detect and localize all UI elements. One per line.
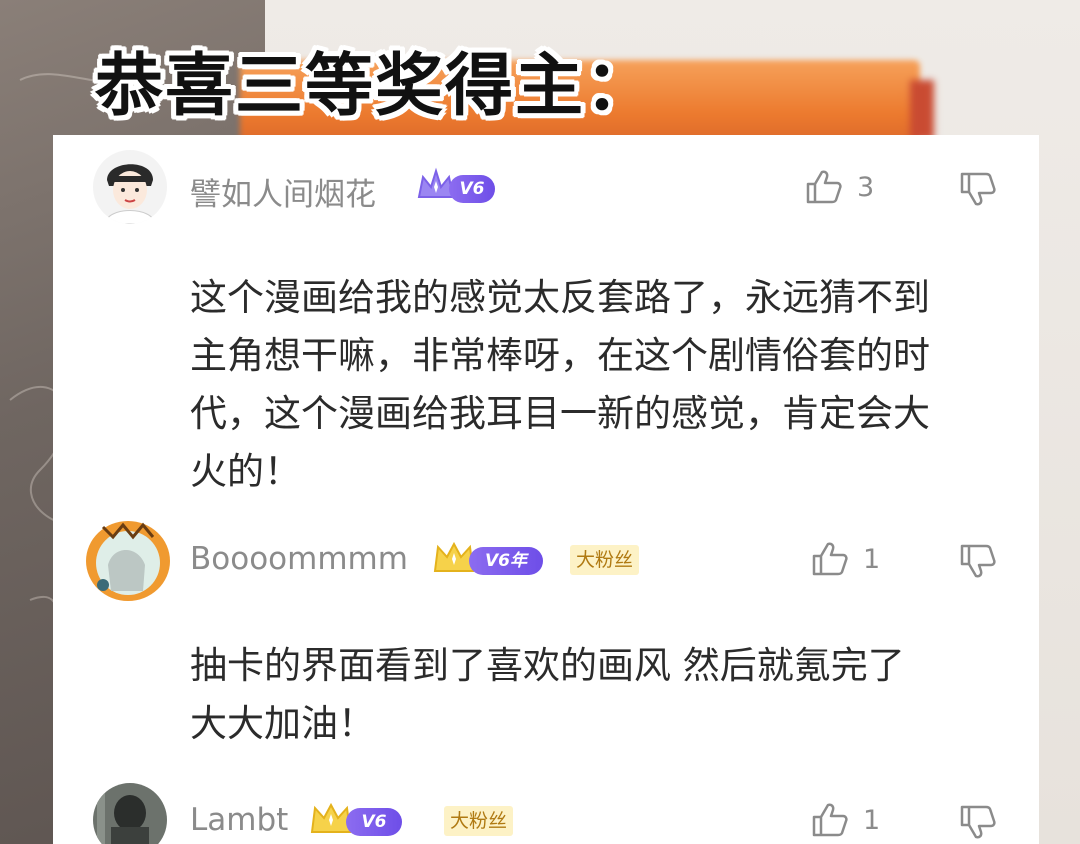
avatar[interactable] bbox=[93, 150, 167, 224]
comment-line: 这个漫画给我的感觉太反套路了，永远猜不到 bbox=[190, 276, 930, 319]
comment-line: 代，这个漫画给我耳目一新的感觉，肯定会大 bbox=[190, 392, 930, 435]
like-button[interactable]: 1 bbox=[811, 802, 880, 838]
fan-badge: 大粉丝 bbox=[570, 545, 640, 575]
fan-badge: 大粉丝 bbox=[444, 806, 514, 836]
thumbs-up-icon bbox=[812, 542, 848, 576]
avatar[interactable] bbox=[93, 783, 167, 844]
comment-line: 火的！ bbox=[190, 450, 301, 493]
thumbs-down-icon[interactable] bbox=[959, 171, 997, 207]
thumbs-up-icon bbox=[806, 170, 842, 204]
thumbs-down-icon[interactable] bbox=[959, 543, 997, 579]
thumbs-down-icon[interactable] bbox=[959, 804, 997, 840]
comment-item: Boooommmm V6年 大粉丝 1 抽卡的界面看到了喜欢的画风 然后就氪完了… bbox=[53, 515, 1039, 775]
comment-line: 主角想干嘛，非常棒呀，在这个剧情俗套的时 bbox=[190, 334, 930, 377]
page-title: 恭喜三等奖得主： bbox=[95, 47, 656, 126]
level-badge: V6 bbox=[449, 175, 495, 203]
username[interactable]: 譬如人间烟花 bbox=[190, 169, 376, 214]
comment-body: 这个漫画给我的感觉太反套路了，永远猜不到 主角想干嘛，非常棒呀，在这个剧情俗套的… bbox=[190, 269, 930, 501]
avatar-image-icon bbox=[93, 783, 167, 844]
username[interactable]: Boooommmm bbox=[190, 541, 408, 577]
thumbs-up-icon bbox=[812, 803, 848, 837]
avatar-image-icon bbox=[86, 521, 170, 601]
comment-line: 大大加油！ bbox=[190, 702, 375, 745]
username[interactable]: Lambt bbox=[190, 802, 288, 838]
like-button[interactable]: 3 bbox=[805, 169, 874, 205]
comment-item: Lambt V6 大粉丝 1 bbox=[53, 780, 1039, 844]
like-button[interactable]: 1 bbox=[811, 541, 880, 577]
level-badge: V6年 bbox=[469, 547, 543, 575]
comment-item: 譬如人间烟花 V6 3 这个漫画给我的感觉太反套路了，永远猜不到 主角想干嘛，非… bbox=[53, 135, 1039, 515]
comment-body: 抽卡的界面看到了喜欢的画风 然后就氪完了 大大加油！ bbox=[190, 637, 905, 753]
like-count: 1 bbox=[863, 543, 881, 575]
comment-line: 抽卡的界面看到了喜欢的画风 然后就氪完了 bbox=[190, 644, 905, 687]
like-count: 1 bbox=[863, 804, 881, 836]
level-badge: V6 bbox=[346, 808, 402, 836]
comment-list: 譬如人间烟花 V6 3 这个漫画给我的感觉太反套路了，永远猜不到 主角想干嘛，非… bbox=[53, 135, 1039, 844]
avatar-image-icon bbox=[93, 150, 167, 224]
like-count: 3 bbox=[857, 171, 875, 203]
avatar[interactable] bbox=[83, 515, 173, 605]
